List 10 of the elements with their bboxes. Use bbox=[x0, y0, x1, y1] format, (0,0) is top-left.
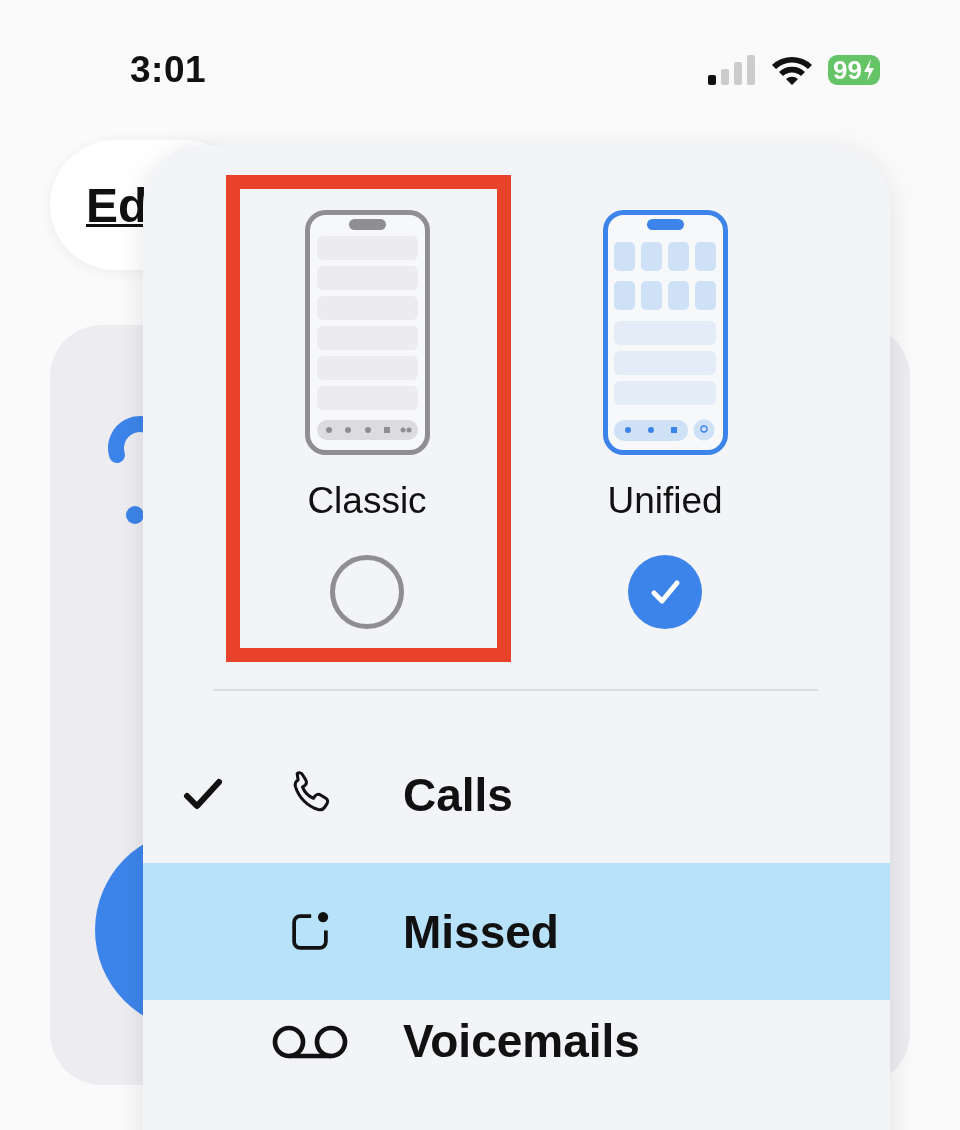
option-label: Classic bbox=[307, 479, 427, 523]
clock-time: 3:01 bbox=[130, 49, 207, 91]
option-label: Unified bbox=[607, 479, 723, 523]
menu-item[interactable]: Missed bbox=[143, 863, 890, 1000]
menu-item[interactable]: Calls bbox=[143, 726, 890, 863]
menu-item[interactable]: Voicemails bbox=[143, 1000, 890, 1130]
wifi-icon bbox=[770, 54, 815, 86]
battery-indicator: 99 bbox=[828, 55, 880, 85]
radio-button[interactable] bbox=[330, 555, 404, 629]
cellular-signal-icon bbox=[708, 55, 757, 85]
